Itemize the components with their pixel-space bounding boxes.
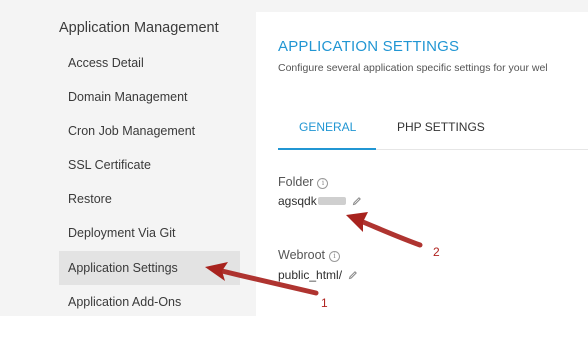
folder-value-text: agsqdk	[278, 194, 317, 208]
page-subtitle: Configure several application specific s…	[278, 62, 548, 74]
folder-value: agsqdk	[278, 194, 362, 209]
sidebar-item-access-detail[interactable]: Access Detail	[59, 46, 240, 80]
active-tab-indicator	[278, 148, 376, 150]
tabs-divider	[376, 149, 588, 150]
pencil-icon[interactable]	[352, 195, 362, 209]
annotation-number-1: 1	[321, 296, 328, 310]
top-strip	[256, 0, 588, 12]
webroot-value-text: public_html/	[278, 268, 343, 282]
folder-label: Folder i	[278, 175, 329, 189]
sidebar-item-application-settings[interactable]: Application Settings	[59, 251, 240, 285]
webroot-value: public_html/	[278, 268, 358, 283]
sidebar-item-deployment-via-git[interactable]: Deployment Via Git	[59, 216, 240, 250]
sidebar-item-application-add-ons[interactable]: Application Add-Ons	[59, 285, 240, 319]
sidebar-item-cron-job-management[interactable]: Cron Job Management	[59, 114, 240, 148]
tab-php-settings[interactable]: PHP SETTINGS	[397, 120, 485, 134]
main-panel: APPLICATION SETTINGS Configure several a…	[256, 12, 588, 316]
pencil-icon[interactable]	[348, 269, 358, 283]
webroot-label: Webroot i	[278, 248, 341, 262]
sidebar-item-ssl-certificate[interactable]: SSL Certificate	[59, 148, 240, 182]
redacted-text	[317, 197, 346, 205]
sidebar-item-restore[interactable]: Restore	[59, 182, 240, 216]
screen: Application Management Access Detail Dom…	[0, 0, 588, 338]
sidebar-title: Application Management	[59, 20, 219, 36]
sidebar-item-domain-management[interactable]: Domain Management	[59, 80, 240, 114]
info-icon[interactable]: i	[317, 178, 329, 189]
tab-general[interactable]: GENERAL	[299, 120, 356, 134]
page-title: APPLICATION SETTINGS	[278, 38, 460, 55]
folder-label-text: Folder	[278, 175, 314, 189]
info-icon[interactable]: i	[329, 251, 341, 262]
webroot-label-text: Webroot	[278, 248, 326, 262]
sidebar: Application Management Access Detail Dom…	[0, 0, 256, 316]
annotation-number-2: 2	[433, 245, 440, 259]
